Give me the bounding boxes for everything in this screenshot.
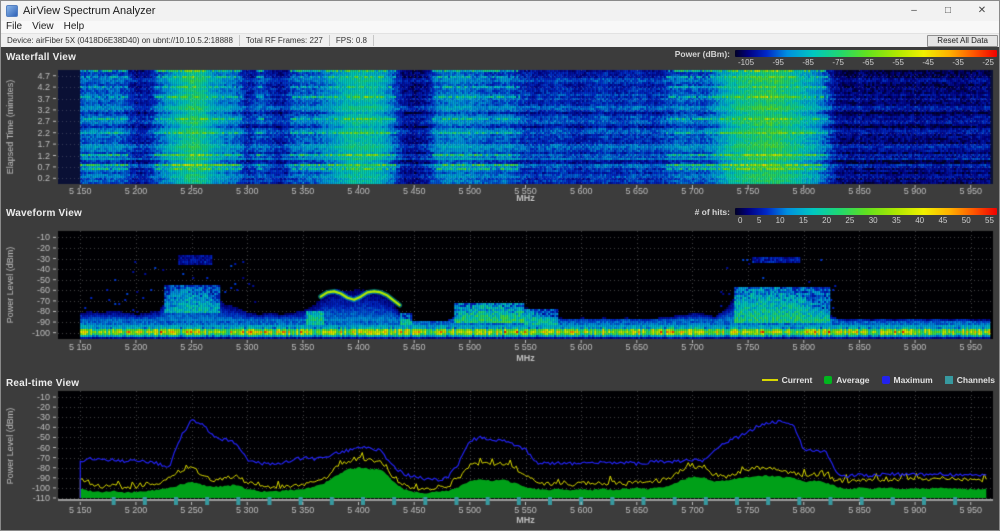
legend-item-label: Average	[836, 375, 869, 385]
scale-tick: 15	[799, 216, 808, 225]
scale-tick: -105	[738, 58, 754, 67]
current-swatch-icon	[762, 379, 778, 381]
scale-tick: 30	[869, 216, 878, 225]
power-colorbar-label: Power (dBm):	[675, 50, 730, 67]
waterfall-header: Waterfall View Power (dBm): -105 -95 -85 -7…	[1, 47, 1000, 67]
title-bar: AirView Spectrum Analyzer –□✕	[1, 1, 999, 21]
waveform-section: Waveform View # of hits: 0 5 10 15 20 25 30 35 4…	[1, 203, 1000, 365]
scale-tick: -25	[982, 58, 994, 67]
scale-tick: 45	[938, 216, 947, 225]
menu-item-help[interactable]: Help	[59, 21, 90, 33]
scale-tick: -35	[952, 58, 964, 67]
scale-tick: 50	[962, 216, 971, 225]
hits-colorbar: 0 5 10 15 20 25 30 35 40 45 50 55	[735, 208, 997, 225]
scale-tick: 25	[845, 216, 854, 225]
waveform-chart	[1, 229, 1000, 365]
hits-colorbar-label: # of hits:	[695, 208, 730, 225]
scale-tick: -75	[832, 58, 844, 67]
reset-all-data-button[interactable]: Reset All Data	[927, 35, 998, 47]
window-title: AirView Spectrum Analyzer	[23, 5, 155, 17]
content-area: Waterfall View Power (dBm): -105 -95 -85 -7…	[1, 47, 999, 530]
scale-tick: 5	[757, 216, 761, 225]
window-controls: –□✕	[897, 1, 999, 21]
scale-tick: 10	[776, 216, 785, 225]
legend-item-current: Current	[762, 375, 813, 385]
scale-tick: -45	[922, 58, 934, 67]
legend-item-channels: Channels	[945, 375, 995, 385]
hits-gradient-ticks: 0 5 10 15 20 25 30 35 40 45 50 55	[735, 216, 997, 225]
scale-tick: -65	[862, 58, 874, 67]
power-gradient-ticks: -105 -95 -85 -75 -65 -55 -45 -35 -25	[735, 58, 997, 67]
realtime-header: Real-time View Current Average Maximum Chan…	[1, 373, 1000, 387]
minimize-button[interactable]: –	[897, 1, 931, 21]
menu-item-file[interactable]: File	[1, 21, 27, 33]
waterfall-section: Waterfall View Power (dBm): -105 -95 -85 -7…	[1, 47, 1000, 201]
menu-bar: FileViewHelp	[1, 21, 999, 34]
maximum-swatch-icon	[882, 376, 890, 384]
realtime-title: Real-time View	[1, 375, 79, 389]
close-button[interactable]: ✕	[965, 1, 999, 21]
legend-item-label: Channels	[957, 375, 995, 385]
waterfall-title: Waterfall View	[1, 49, 76, 63]
power-colorbar-legend: Power (dBm): -105 -95 -85 -75 -65 -55 -45 -35 -2…	[675, 50, 997, 67]
scale-tick: 35	[892, 216, 901, 225]
status-device: Device: airFiber 5X (0418D6E38D40) on ub…	[1, 35, 240, 46]
legend-item-label: Maximum	[894, 375, 933, 385]
legend-item-label: Current	[782, 375, 813, 385]
realtime-chart	[1, 387, 1000, 531]
average-swatch-icon	[824, 376, 832, 384]
status-bar: Device: airFiber 5X (0418D6E38D40) on ub…	[1, 34, 999, 47]
scale-tick: 20	[822, 216, 831, 225]
scale-tick: -55	[892, 58, 904, 67]
maximize-button[interactable]: □	[931, 1, 965, 21]
waveform-header: Waveform View # of hits: 0 5 10 15 20 25 30 35 4…	[1, 203, 1000, 229]
power-colorbar: -105 -95 -85 -75 -65 -55 -45 -35 -25	[735, 50, 997, 67]
legend-item-average: Average	[824, 375, 869, 385]
scale-tick: -85	[802, 58, 814, 67]
realtime-section: Real-time View Current Average Maximum Chan…	[1, 373, 1000, 531]
power-gradient-bar	[735, 50, 997, 57]
status-fps: FPS: 0.8	[330, 35, 374, 46]
app-window: AirView Spectrum Analyzer –□✕ FileViewHe…	[0, 0, 1000, 531]
waterfall-chart	[1, 67, 1000, 201]
app-icon	[6, 5, 18, 17]
channels-swatch-icon	[945, 376, 953, 384]
scale-tick: 0	[738, 216, 742, 225]
hits-gradient-bar	[735, 208, 997, 215]
menu-item-view[interactable]: View	[27, 21, 59, 33]
scale-tick: -95	[772, 58, 784, 67]
waveform-title: Waveform View	[1, 205, 82, 219]
scale-tick: 55	[985, 216, 994, 225]
hits-colorbar-legend: # of hits: 0 5 10 15 20 25 30 35 40 45 50 55	[695, 208, 997, 225]
realtime-legend: Current Average Maximum Channels	[762, 375, 995, 385]
legend-item-maximum: Maximum	[882, 375, 933, 385]
scale-tick: 40	[915, 216, 924, 225]
status-rf-frames: Total RF Frames: 227	[240, 35, 330, 46]
